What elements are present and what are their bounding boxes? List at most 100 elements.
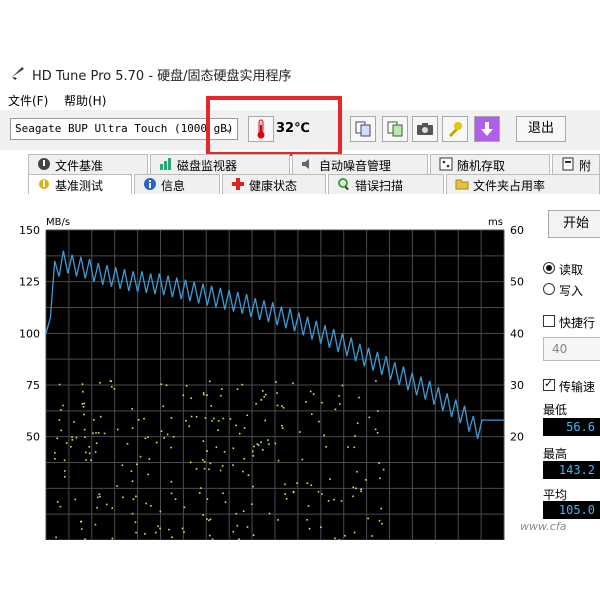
right-tick-label: 20	[510, 431, 524, 444]
menu-file[interactable]: 文件(F)	[8, 92, 48, 109]
access-time-point	[84, 538, 86, 541]
access-time-point	[170, 417, 173, 419]
max-value: 143.2	[543, 461, 600, 479]
access-time-point	[56, 501, 59, 503]
access-time-point	[166, 433, 169, 436]
access-time-point	[378, 519, 381, 522]
access-time-point	[306, 482, 309, 485]
tab-extra[interactable]: 附	[552, 154, 600, 174]
transfer-checkbox[interactable]	[543, 377, 555, 391]
access-time-point	[111, 507, 114, 509]
access-time-point	[232, 464, 234, 466]
access-time-point	[222, 417, 225, 420]
access-time-point	[321, 493, 323, 495]
access-time-point	[135, 531, 137, 534]
tab-row-bottom: 基准测试 信息 健康状态 错误扫描 文件夹占用率	[0, 174, 600, 194]
access-time-point	[209, 462, 212, 465]
magnifier-icon	[338, 178, 349, 191]
access-time-point	[243, 427, 246, 429]
access-time-point	[204, 417, 207, 419]
avg-value: 105.0	[543, 501, 600, 519]
quick-checkbox[interactable]	[543, 315, 555, 327]
access-time-point	[252, 485, 254, 488]
access-time-point	[162, 405, 165, 408]
access-time-point	[105, 503, 108, 506]
access-time-point	[285, 497, 288, 500]
tab-noise-management[interactable]: 自动噪音管理	[292, 154, 428, 174]
access-time-point	[97, 496, 99, 499]
tab-benchmark[interactable]: 基准测试	[28, 174, 132, 194]
access-time-point	[131, 427, 134, 429]
write-radio[interactable]	[543, 283, 555, 295]
start-button[interactable]: 开始	[548, 210, 600, 238]
access-time-point	[365, 479, 367, 481]
access-time-point	[268, 443, 270, 446]
access-time-point	[208, 519, 210, 522]
access-time-point	[202, 459, 204, 461]
access-time-point	[56, 437, 58, 440]
options-button[interactable]	[442, 116, 468, 142]
access-time-point	[116, 428, 119, 431]
tab-folder-usage[interactable]: 文件夹占用率	[446, 174, 600, 194]
tab-disk-monitor[interactable]: 磁盘监视器	[150, 154, 290, 174]
access-time-point	[209, 518, 212, 521]
copy-button[interactable]	[350, 116, 376, 142]
access-time-point	[312, 393, 315, 395]
access-time-point	[379, 477, 381, 480]
access-time-point	[301, 458, 304, 461]
access-time-point	[378, 462, 380, 464]
access-time-point	[121, 464, 124, 467]
access-time-point	[103, 432, 106, 435]
access-time-point	[334, 408, 337, 411]
access-time-point	[353, 531, 356, 534]
tab-error-scan[interactable]: 错误扫描	[328, 174, 444, 194]
drive-select[interactable]: Seagate BUP Ultra Touch (1000 gB) ⌄	[10, 118, 238, 140]
access-time-point	[217, 420, 220, 422]
access-time-point	[368, 416, 371, 419]
access-time-point	[63, 470, 66, 472]
tab-health[interactable]: 健康状态	[222, 174, 326, 194]
access-time-point	[284, 493, 286, 495]
access-time-point	[95, 442, 98, 445]
left-tick-label: 150	[19, 224, 40, 237]
access-time-point	[333, 498, 335, 501]
exit-button[interactable]: 退出	[516, 116, 566, 142]
access-time-point	[165, 384, 168, 387]
quick-value-input[interactable]: 40	[543, 337, 600, 361]
access-time-point	[352, 495, 354, 498]
max-label: 最高	[543, 447, 568, 461]
access-time-point	[307, 505, 310, 507]
access-time-point	[82, 390, 84, 393]
read-radio[interactable]	[543, 262, 555, 274]
access-time-point	[252, 455, 255, 457]
access-time-point	[247, 474, 250, 477]
access-time-point	[81, 403, 84, 405]
tab-file-benchmark[interactable]: 文件基准	[28, 154, 148, 174]
access-time-point	[220, 388, 223, 390]
access-time-point	[98, 493, 101, 496]
access-time-point	[84, 451, 87, 454]
access-time-point	[242, 470, 244, 473]
menu-help[interactable]: 帮助(H)	[64, 92, 106, 109]
access-time-point	[170, 446, 172, 449]
screenshot-button[interactable]	[412, 116, 438, 142]
tab-label: 信息	[161, 179, 186, 193]
access-time-point	[356, 470, 358, 473]
tab-info[interactable]: 信息	[134, 174, 220, 194]
info-icon	[144, 178, 156, 190]
copy-info-button[interactable]	[382, 116, 408, 142]
tab-label: 随机存取	[457, 159, 506, 173]
download-arrow-icon	[481, 122, 493, 136]
access-time-point	[232, 530, 235, 533]
access-time-point	[130, 470, 133, 473]
tab-label: 文件夹占用率	[473, 179, 546, 193]
access-time-point	[236, 388, 239, 391]
access-time-point	[160, 430, 163, 432]
access-time-point	[95, 432, 97, 434]
save-button[interactable]	[474, 116, 500, 142]
access-time-point	[219, 469, 222, 472]
access-time-point	[262, 390, 264, 392]
health-cross-icon	[232, 178, 244, 190]
tab-random-access[interactable]: 随机存取	[430, 154, 550, 174]
access-time-point	[54, 452, 56, 454]
